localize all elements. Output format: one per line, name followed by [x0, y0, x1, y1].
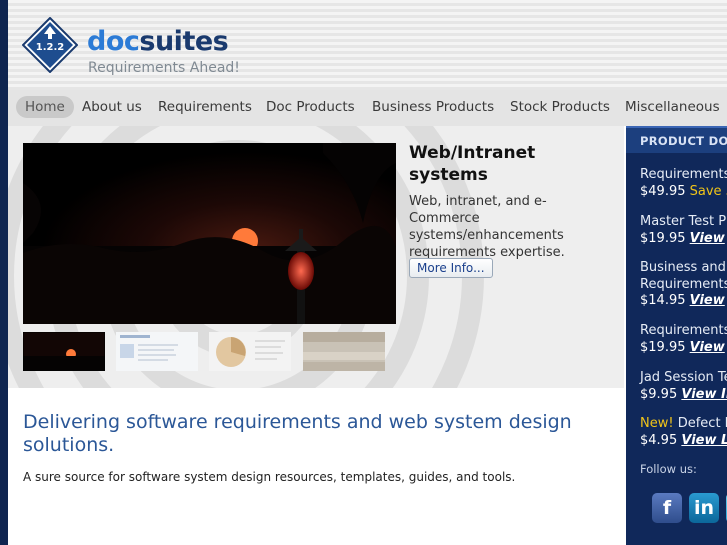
logo-word-suites: suites	[139, 26, 229, 57]
product-price: $49.95	[640, 183, 686, 199]
nav-item-doc-products[interactable]: Doc Products	[257, 96, 364, 118]
product-item-4[interactable]: Requirements $19.95 View	[640, 323, 727, 356]
site-header: 1.2.2 docsuites Requirements Ahead!	[8, 0, 727, 90]
nav-item-business-products[interactable]: Business Products	[363, 96, 503, 118]
product-view-link[interactable]: View	[690, 293, 725, 308]
product-name: Master Test Pl	[640, 214, 727, 229]
page-headline: Delivering software requirements and web…	[23, 411, 572, 456]
product-price: $14.95	[640, 293, 686, 308]
product-price: $19.95	[640, 339, 686, 355]
facebook-glyph: f	[662, 497, 672, 519]
sidebar-title: PRODUCT DO	[640, 134, 727, 148]
product-item-1[interactable]: Requirements $49.95 Save 5	[640, 167, 727, 200]
page-subline: A sure source for software system design…	[23, 470, 516, 484]
product-name: Requirements	[640, 323, 727, 338]
product-name-line2: Requirements	[640, 276, 727, 292]
feature-slider: Web/Intranet systems Web, intranet, and …	[8, 126, 624, 388]
linkedin-glyph: in	[693, 497, 715, 519]
new-badge: New!	[640, 416, 674, 431]
nav-item-about-us[interactable]: About us	[73, 96, 151, 118]
product-name: Business and	[640, 260, 726, 275]
nav-item-home[interactable]: Home	[16, 96, 74, 118]
product-price: $9.95	[640, 386, 678, 402]
logo-word-doc: doc	[87, 26, 140, 57]
product-view-link[interactable]: View In	[681, 387, 727, 402]
product-name: Requirements	[640, 167, 727, 182]
product-item-3[interactable]: Business and Requirements $14.95 View	[640, 260, 727, 310]
more-info-button[interactable]: More Info...	[409, 258, 493, 278]
slide-title: Web/Intranet systems	[409, 143, 536, 185]
slide-thumbnail-1[interactable]	[23, 332, 105, 371]
page: 1.2.2 docsuites Requirements Ahead! Home…	[8, 0, 727, 545]
product-price: $4.95	[640, 432, 678, 448]
product-name: Jad Session Te	[640, 370, 727, 385]
slide-thumbnail-2[interactable]	[116, 332, 198, 371]
slide-thumbnail-4[interactable]	[303, 332, 385, 371]
linkedin-icon[interactable]: in	[689, 493, 719, 523]
logo-wordmark[interactable]: docsuites	[87, 26, 229, 57]
logo-icon[interactable]: 1.2.2	[22, 17, 78, 73]
product-name: Defect L	[677, 416, 727, 431]
product-view-link[interactable]: View	[690, 340, 725, 355]
facebook-icon[interactable]: f	[652, 493, 682, 523]
product-view-link[interactable]: View L	[681, 433, 727, 448]
tagline: Requirements Ahead!	[88, 60, 240, 76]
product-view-link[interactable]: View	[690, 231, 725, 246]
sidebar-header: PRODUCT DO	[626, 126, 727, 153]
product-sidebar: PRODUCT DO Requirements $49.95 Save 5 Ma…	[626, 126, 727, 545]
slide-image-sunset	[23, 143, 396, 324]
product-item-6[interactable]: New! Defect L $4.95 View L	[640, 416, 727, 449]
follow-us-label: Follow us:	[640, 462, 697, 476]
nav-item-miscellaneous[interactable]: Miscellaneous	[616, 96, 727, 118]
main-nav: Home About us Requirements Doc Products …	[8, 90, 727, 126]
nav-item-requirements[interactable]: Requirements	[149, 96, 261, 118]
product-item-2[interactable]: Master Test Pl $19.95 View	[640, 214, 727, 247]
slide-description: Web, intranet, and e-Commerce systems/en…	[409, 194, 565, 260]
logo-badge-text: 1.2.2	[36, 42, 65, 53]
product-price: $19.95	[640, 230, 686, 246]
nav-item-stock-products[interactable]: Stock Products	[501, 96, 619, 118]
product-item-5[interactable]: Jad Session Te $9.95 View In	[640, 370, 727, 403]
product-save-badge: Save 5	[689, 183, 727, 199]
slide-thumbnail-3[interactable]	[209, 332, 291, 371]
